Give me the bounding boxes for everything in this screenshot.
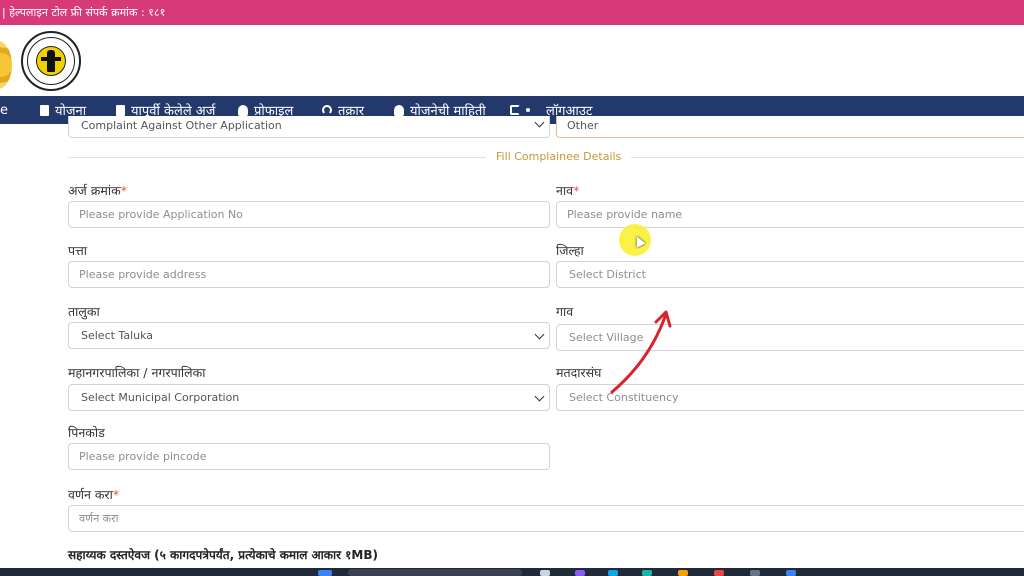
logout-icon — [510, 105, 520, 115]
name-input[interactable]: Please provide name — [556, 201, 1024, 228]
municipal-select[interactable]: Select Municipal Corporation — [68, 384, 550, 411]
os-taskbar — [0, 568, 1024, 576]
logo-figure-icon — [47, 50, 55, 72]
taskbar-search[interactable] — [348, 569, 522, 576]
pincode-label: पिनकोड — [68, 425, 105, 440]
wcd-logo[interactable] — [21, 31, 81, 91]
start-icon[interactable] — [318, 570, 332, 576]
pincode-input[interactable]: Please provide pincode — [68, 443, 550, 470]
document-icon — [40, 104, 49, 116]
site-header — [0, 25, 1024, 96]
section-title: Fill Complainee Details — [486, 150, 632, 163]
complaint-type-select[interactable]: Complaint Against Other Application — [68, 116, 550, 138]
app-icon[interactable] — [714, 570, 724, 576]
constituency-label: मतदारसंघ — [556, 365, 602, 380]
logo-figure-arms-icon — [41, 57, 61, 61]
district-value: Select District — [569, 268, 646, 281]
municipal-value: Select Municipal Corporation — [81, 391, 240, 404]
pincode-placeholder: Please provide pincode — [79, 450, 207, 463]
nav-item-label: e — [0, 102, 8, 118]
address-input[interactable]: Please provide address — [68, 261, 550, 288]
description-textarea[interactable]: वर्णन करा — [68, 505, 1024, 532]
annotation-arrow-icon — [610, 310, 672, 394]
chevron-down-icon — [534, 117, 545, 128]
taluka-value: Select Taluka — [81, 329, 154, 342]
application-no-placeholder: Please provide Application No — [79, 208, 243, 221]
district-label: जिल्हा — [556, 243, 584, 258]
user-icon — [238, 104, 248, 116]
name-placeholder: Please provide name — [567, 208, 683, 221]
documents-heading: सहाय्यक दस्तऐवज (५ कागदपत्रेपर्यंत, प्रत… — [68, 548, 378, 562]
address-placeholder: Please provide address — [79, 268, 207, 281]
municipal-label: महानगरपालिका / नगरपालिका — [68, 365, 206, 380]
chevron-down-icon — [534, 329, 545, 340]
folder-icon[interactable] — [678, 570, 688, 576]
village-label: गाव — [556, 304, 574, 319]
complaint-type-value: Complaint Against Other Application — [81, 119, 282, 132]
task-view-icon[interactable] — [540, 570, 550, 576]
name-label: नाव* — [556, 183, 580, 198]
helpline-text: | हेल्पलाइन टोल फ्री संपर्क क्रमांक : १८… — [2, 6, 166, 19]
description-label: वर्णन करा* — [68, 487, 120, 502]
app-icon[interactable] — [642, 570, 652, 576]
chevron-down-icon — [534, 391, 545, 402]
complaint-subtype-field[interactable]: Other — [556, 116, 1024, 138]
state-emblem-icon — [0, 41, 12, 89]
app-icon[interactable] — [575, 570, 585, 576]
taluka-select[interactable]: Select Taluka — [68, 322, 550, 349]
headset-icon — [322, 105, 332, 115]
taluka-label: तालुका — [68, 304, 100, 319]
calendar-icon — [116, 104, 125, 116]
user-icon — [394, 104, 404, 116]
app-icon[interactable] — [750, 570, 760, 576]
application-no-input[interactable]: Please provide Application No — [68, 201, 550, 228]
district-select[interactable]: Select District — [556, 261, 1024, 288]
address-label: पत्ता — [68, 243, 87, 258]
nav-item-home[interactable]: e — [0, 96, 8, 124]
edge-icon[interactable] — [608, 570, 618, 576]
complaint-subtype-value: Other — [567, 119, 599, 132]
helpline-bar: | हेल्पलाइन टोल फ्री संपर्क क्रमांक : १८… — [0, 0, 1024, 25]
description-placeholder: वर्णन करा — [79, 512, 119, 525]
application-no-label: अर्ज क्रमांक* — [68, 183, 127, 198]
app-icon[interactable] — [786, 570, 796, 576]
nav-dot-icon — [526, 108, 530, 112]
